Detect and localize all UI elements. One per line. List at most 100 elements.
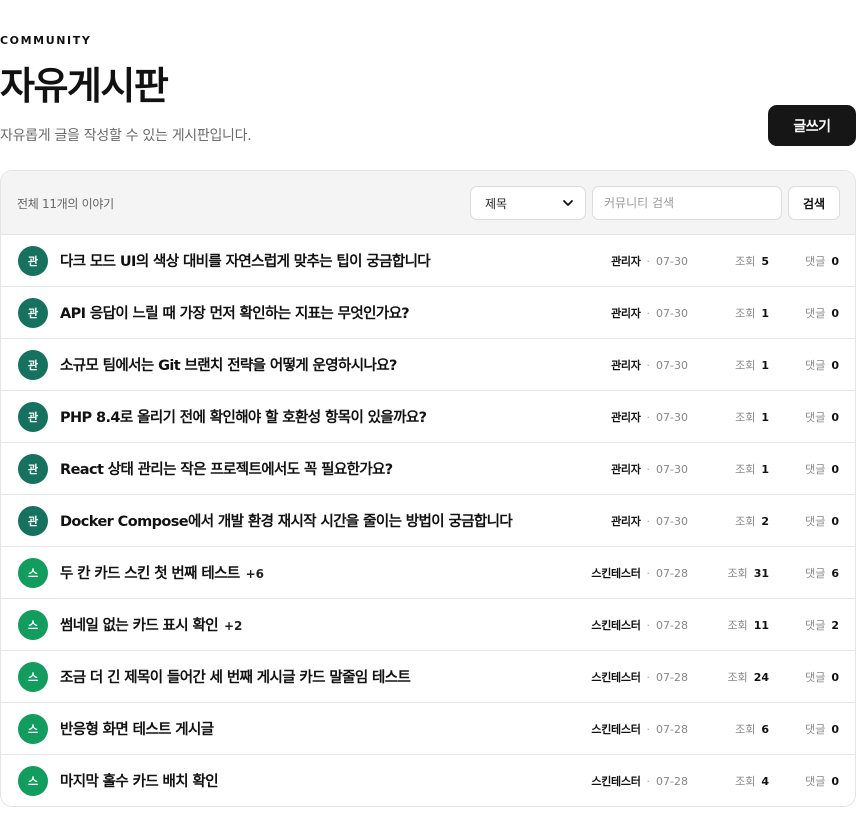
write-post-button[interactable]: 글쓰기 xyxy=(768,105,856,146)
post-title-link[interactable]: Docker Compose에서 개발 환경 재시작 시간을 줄이는 방법이 궁… xyxy=(60,510,513,531)
search-button[interactable]: 검색 xyxy=(788,186,840,220)
post-row[interactable]: 스 썸네일 없는 카드 표시 확인 +2 스킨테스터 · 07-28 조회 11 댓글 2 xyxy=(1,599,855,651)
post-row[interactable]: 관 React 상태 관리는 작은 프로젝트에서도 꼭 필요한가요? 관리자 · 07-… xyxy=(1,443,855,495)
post-comments: 댓글 0 xyxy=(805,721,839,737)
post-title-link[interactable]: PHP 8.4로 올리기 전에 확인해야 할 호환성 항목이 있을까요? xyxy=(60,406,427,427)
search-input[interactable] xyxy=(592,186,782,220)
meta-separator: · xyxy=(646,618,651,632)
board-toolbar: 전체 11개의 이야기 제목 검색 xyxy=(1,171,855,235)
post-title-link[interactable]: 반응형 화면 테스트 게시글 xyxy=(60,718,214,739)
post-meta: 스킨테스터 · 07-28 xyxy=(591,617,688,633)
post-comments: 댓글 0 xyxy=(805,669,839,685)
views-value: 11 xyxy=(753,619,769,632)
post-title-link[interactable]: 조금 더 긴 제목이 들어간 세 번째 게시글 카드 말줄임 테스트 xyxy=(60,666,411,687)
post-views: 조회 4 xyxy=(735,773,769,789)
post-row[interactable]: 관 다크 모드 UI의 색상 대비를 자연스럽게 맞추는 팁이 궁금합니다 관리자 ·… xyxy=(1,235,855,287)
comment-count-badge: +2 xyxy=(223,619,243,633)
comments-value: 0 xyxy=(831,775,839,788)
post-title-link[interactable]: 마지막 홀수 카드 배치 확인 xyxy=(60,770,219,791)
post-date: 07-28 xyxy=(656,670,688,684)
author-avatar: 스 xyxy=(18,766,48,796)
views-value: 2 xyxy=(761,515,769,528)
post-author: 스킨테스터 xyxy=(591,567,641,580)
post-title-link[interactable]: 두 칸 카드 스킨 첫 번째 테스트 +6 xyxy=(60,562,264,583)
post-comments: 댓글 0 xyxy=(805,409,839,425)
comments-value: 2 xyxy=(831,619,839,632)
post-date: 07-28 xyxy=(656,618,688,632)
post-date: 07-28 xyxy=(656,566,688,580)
page-title: 자유게시판 xyxy=(0,64,169,108)
post-row[interactable]: 스 조금 더 긴 제목이 들어간 세 번째 게시글 카드 말줄임 테스트 스킨테스터… xyxy=(1,651,855,703)
comments-label: 댓글 xyxy=(805,671,826,684)
comments-value: 0 xyxy=(831,255,839,268)
author-avatar: 관 xyxy=(18,298,48,328)
post-meta: 관리자 · 07-30 xyxy=(611,305,688,321)
post-author: 스킨테스터 xyxy=(591,723,641,736)
meta-separator: · xyxy=(646,306,651,320)
views-value: 1 xyxy=(761,359,769,372)
post-title-link[interactable]: 소규모 팀에서는 Git 브랜치 전략을 어떻게 운영하시나요? xyxy=(60,354,397,375)
comments-label: 댓글 xyxy=(805,515,826,528)
views-label: 조회 xyxy=(727,567,748,580)
post-views: 조회 11 xyxy=(727,617,769,633)
post-author: 관리자 xyxy=(611,463,641,476)
post-views: 조회 5 xyxy=(735,253,769,269)
post-title-text: 다크 모드 UI의 색상 대비를 자연스럽게 맞추는 팁이 궁금합니다 xyxy=(60,254,431,270)
comments-label: 댓글 xyxy=(805,359,826,372)
author-avatar: 스 xyxy=(18,558,48,588)
comments-value: 0 xyxy=(831,723,839,736)
post-date: 07-28 xyxy=(656,722,688,736)
comments-value: 0 xyxy=(831,307,839,320)
post-title-text: API 응답이 느릴 때 가장 먼저 확인하는 지표는 무엇인가요? xyxy=(60,306,410,322)
views-label: 조회 xyxy=(735,463,756,476)
comments-value: 0 xyxy=(831,359,839,372)
views-label: 조회 xyxy=(735,515,756,528)
author-avatar: 관 xyxy=(18,402,48,432)
post-views: 조회 2 xyxy=(735,513,769,529)
author-avatar: 관 xyxy=(18,454,48,484)
meta-separator: · xyxy=(646,670,651,684)
post-author: 관리자 xyxy=(611,359,641,372)
author-avatar: 관 xyxy=(18,246,48,276)
post-row[interactable]: 관 Docker Compose에서 개발 환경 재시작 시간을 줄이는 방법이 … xyxy=(1,495,855,547)
comments-label: 댓글 xyxy=(805,567,826,580)
comments-value: 0 xyxy=(831,463,839,476)
post-comments: 댓글 2 xyxy=(805,617,839,633)
post-title-text: 마지막 홀수 카드 배치 확인 xyxy=(60,774,219,790)
post-views: 조회 1 xyxy=(735,357,769,373)
post-views: 조회 1 xyxy=(735,461,769,477)
post-row[interactable]: 스 반응형 화면 테스트 게시글 스킨테스터 · 07-28 조회 6 댓글 0 xyxy=(1,703,855,755)
views-label: 조회 xyxy=(735,775,756,788)
comments-label: 댓글 xyxy=(805,307,826,320)
post-title-link[interactable]: 썸네일 없는 카드 표시 확인 +2 xyxy=(60,614,242,635)
post-row[interactable]: 관 소규모 팀에서는 Git 브랜치 전략을 어떻게 운영하시나요? 관리자 · 07-… xyxy=(1,339,855,391)
meta-separator: · xyxy=(646,566,651,580)
author-avatar: 스 xyxy=(18,714,48,744)
meta-separator: · xyxy=(646,514,651,528)
views-label: 조회 xyxy=(735,307,756,320)
comments-value: 0 xyxy=(831,671,839,684)
post-row[interactable]: 관 PHP 8.4로 올리기 전에 확인해야 할 호환성 항목이 있을까요? 관리자… xyxy=(1,391,855,443)
meta-separator: · xyxy=(646,462,651,476)
post-meta: 관리자 · 07-30 xyxy=(611,409,688,425)
post-date: 07-30 xyxy=(656,410,688,424)
post-row[interactable]: 스 마지막 홀수 카드 배치 확인 스킨테스터 · 07-28 조회 4 댓글 0 xyxy=(1,755,855,806)
post-title-text: 조금 더 긴 제목이 들어간 세 번째 게시글 카드 말줄임 테스트 xyxy=(60,670,411,686)
comments-label: 댓글 xyxy=(805,463,826,476)
meta-separator: · xyxy=(646,358,651,372)
post-title-link[interactable]: 다크 모드 UI의 색상 대비를 자연스럽게 맞추는 팁이 궁금합니다 xyxy=(60,250,431,271)
post-comments: 댓글 6 xyxy=(805,565,839,581)
post-row[interactable]: 스 두 칸 카드 스킨 첫 번째 테스트 +6 스킨테스터 · 07-28 조회 31 댓글 6 xyxy=(1,547,855,599)
search-field-select[interactable]: 제목 xyxy=(470,186,586,220)
post-row[interactable]: 관 API 응답이 느릴 때 가장 먼저 확인하는 지표는 무엇인가요? 관리자 · 0… xyxy=(1,287,855,339)
page-subtitle: 자유롭게 글을 작성할 수 있는 게시판입니다. xyxy=(0,128,252,144)
page-eyebrow: COMMUNITY xyxy=(0,34,92,47)
post-views: 조회 6 xyxy=(735,721,769,737)
post-title-link[interactable]: API 응답이 느릴 때 가장 먼저 확인하는 지표는 무엇인가요? xyxy=(60,302,410,323)
post-title-text: 두 칸 카드 스킨 첫 번째 테스트 xyxy=(60,566,240,582)
post-author: 스킨테스터 xyxy=(591,619,641,632)
post-date: 07-30 xyxy=(656,462,688,476)
post-author: 관리자 xyxy=(611,255,641,268)
post-title-link[interactable]: React 상태 관리는 작은 프로젝트에서도 꼭 필요한가요? xyxy=(60,458,393,479)
views-value: 6 xyxy=(761,723,769,736)
